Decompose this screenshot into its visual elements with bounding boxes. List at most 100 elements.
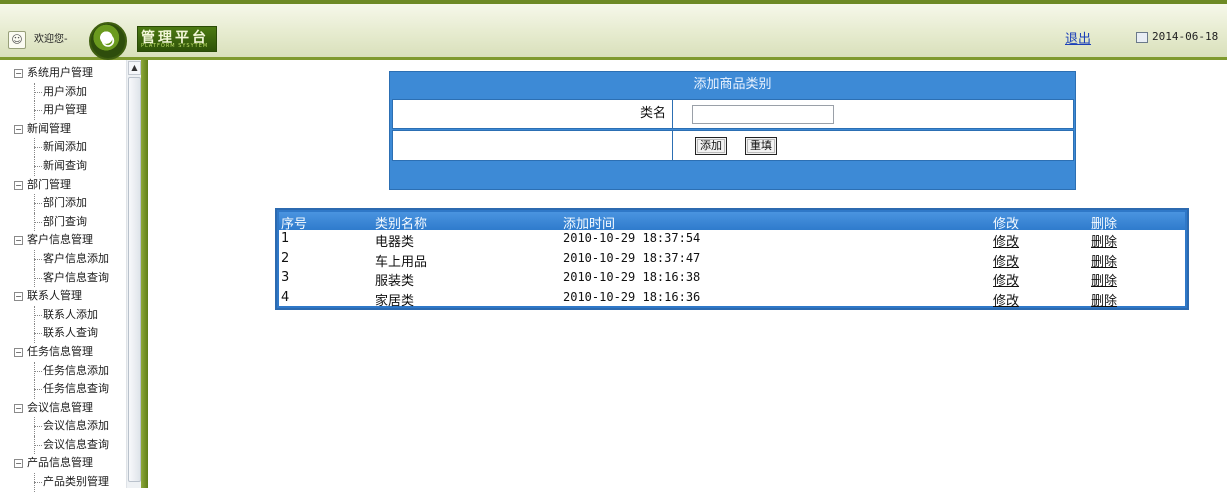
cell-id: 2 — [281, 250, 290, 266]
collapse-icon[interactable]: − — [14, 236, 23, 246]
scroll-thumb[interactable] — [128, 77, 141, 482]
sidebar-group[interactable]: − 任务信息管理 — [12, 343, 126, 362]
collapse-icon[interactable]: − — [14, 403, 23, 413]
sidebar-item[interactable]: 用户管理 — [12, 101, 126, 120]
sidebar-item-label: 联系人添加 — [43, 307, 98, 321]
sidebar-item-label: 系统用户管理 — [27, 66, 93, 79]
sidebar-item[interactable]: 新闻添加 — [12, 138, 126, 157]
sidebar-item-label: 客户信息管理 — [27, 233, 93, 247]
sidebar-group[interactable]: − 产品信息管理 — [12, 454, 126, 473]
sidebar-group[interactable]: − 系统用户管理 — [12, 64, 126, 83]
delete-link[interactable]: 删除 — [1091, 251, 1117, 270]
sidebar-item-label: 部门查询 — [43, 214, 87, 228]
collapse-icon[interactable]: − — [14, 69, 23, 78]
sidebar-item-label: 任务信息查询 — [43, 382, 109, 396]
power-logo-icon: ⏻ — [89, 22, 127, 60]
sidebar-item-label: 部门添加 — [43, 196, 87, 210]
delete-link[interactable]: 删除 — [1091, 290, 1117, 309]
table-header: 序号 类别名称 添加时间 修改 删除 — [279, 212, 1185, 232]
sidebar-item[interactable]: 用户添加 — [12, 82, 126, 102]
table-row: 2 车上用品 2010-10-29 18:37:47 修改 删除 — [279, 250, 1185, 270]
sidebar-item[interactable]: 会议信息查询 — [12, 435, 126, 455]
sidebar-item-label: 新闻查询 — [43, 158, 87, 172]
sidebar-item[interactable]: 客户信息添加 — [12, 249, 126, 269]
scroll-up-arrow-icon[interactable]: ▲ — [128, 61, 141, 75]
sidebar-item-label: 会议信息管理 — [27, 400, 93, 414]
table-row: 3 服装类 2010-10-29 18:16:38 修改 删除 — [279, 269, 1185, 289]
cell-time: 2010-10-29 18:37:47 — [563, 250, 701, 265]
sidebar-group[interactable]: − 部门管理 — [12, 176, 126, 195]
sidebar-group[interactable]: − 新闻管理 — [12, 120, 126, 139]
cell-time: 2010-10-29 18:16:38 — [563, 270, 701, 284]
cell-name: 电器类 — [375, 235, 415, 250]
sidebar-item-label: 客户信息添加 — [43, 251, 109, 265]
sidebar-item[interactable]: 部门添加 — [12, 194, 126, 213]
sidebar-item[interactable]: 部门查询 — [12, 212, 126, 232]
cell-id: 4 — [281, 289, 290, 305]
cell-time: 2010-10-29 18:37:54 — [563, 231, 701, 245]
edit-link[interactable]: 修改 — [993, 251, 1019, 270]
cell-name: 服装类 — [375, 274, 415, 289]
sidebar-item-label: 联系人查询 — [43, 326, 98, 340]
cell-name: 车上用品 — [375, 254, 428, 270]
table-row: 4 家居类 2010-10-29 18:16:36 修改 删除 — [279, 289, 1185, 309]
sidebar-item-label: 任务信息添加 — [43, 363, 109, 377]
form-row-name: 类名 — [392, 99, 1074, 129]
collapse-icon[interactable]: − — [14, 124, 23, 134]
edit-link[interactable]: 修改 — [993, 290, 1019, 309]
logout-link[interactable]: 退出 — [1065, 28, 1091, 47]
sidebar-item-label: 产品信息管理 — [27, 456, 93, 470]
sidebar-item[interactable]: 联系人添加 — [12, 305, 126, 325]
edit-link[interactable]: 修改 — [993, 231, 1019, 250]
current-date: 2014-06-18 — [1152, 30, 1219, 43]
sidebar-item[interactable]: 会议信息添加 — [12, 417, 126, 436]
sidebar-group[interactable]: − 联系人管理 — [12, 287, 126, 306]
sidebar-item-label: 任务信息管理 — [27, 344, 93, 358]
logo-subtitle: PLATFORM SYSYTEM — [141, 43, 209, 49]
form-row-actions: 添加 重填 — [392, 130, 1074, 161]
add-button[interactable]: 添加 — [695, 137, 727, 155]
sidebar-group[interactable]: − 客户信息管理 — [12, 231, 126, 250]
sidebar-item-label: 客户信息查询 — [43, 270, 109, 284]
table-row: 1 电器类 2010-10-29 18:37:54 修改 删除 — [279, 230, 1185, 250]
sidebar-item[interactable]: 新闻查询 — [12, 156, 126, 176]
sidebar-item-label: 用户管理 — [43, 103, 87, 117]
sidebar-item-label: 产品类别管理 — [43, 475, 109, 489]
sidebar-item-label: 部门管理 — [27, 177, 71, 191]
nav-tree: − 系统用户管理 用户添加 用户管理 − 新闻管理 新闻添加 新闻查询 − 部门管理 部门添加 部门查… — [12, 64, 126, 492]
sidebar-item-label: 会议信息添加 — [43, 419, 109, 433]
cell-id: 1 — [281, 231, 290, 246]
sidebar-item-label: 新闻添加 — [43, 140, 87, 154]
category-name-input[interactable] — [692, 105, 834, 124]
delete-link[interactable]: 删除 — [1091, 231, 1117, 250]
cell-name: 家居类 — [375, 293, 415, 309]
reset-button[interactable]: 重填 — [745, 137, 777, 155]
cell-time: 2010-10-29 18:16:36 — [563, 289, 701, 304]
sidebar-scrollbar[interactable]: ▲ — [126, 60, 141, 488]
sidebar-item[interactable]: 任务信息添加 — [12, 361, 126, 381]
category-name-label: 类名 — [393, 100, 673, 128]
sidebar-item[interactable]: 产品类别管理 — [12, 473, 126, 492]
user-icon: ☺ — [8, 31, 26, 49]
category-table: 序号 类别名称 添加时间 修改 删除 1 电器类 2010-10-29 18:37:… — [275, 208, 1189, 310]
sidebar: − 系统用户管理 用户添加 用户管理 − 新闻管理 新闻添加 新闻查询 − 部门管理 部门添加 部门查… — [0, 60, 148, 492]
delete-link[interactable]: 删除 — [1091, 270, 1117, 289]
cell-id: 3 — [281, 270, 290, 285]
collapse-icon[interactable]: − — [14, 459, 23, 469]
form-title: 添加商品类别 — [693, 77, 772, 92]
collapse-icon[interactable]: − — [14, 180, 23, 190]
collapse-icon[interactable]: − — [14, 292, 23, 302]
platform-logo: 管理平台 PLATFORM SYSYTEM — [137, 26, 217, 52]
top-header: ☺ 欢迎您- ⏻ 管理平台 PLATFORM SYSYTEM 退出 2014-0… — [0, 0, 1227, 60]
collapse-icon[interactable]: − — [14, 347, 23, 357]
calendar-icon — [1136, 32, 1148, 43]
sidebar-item[interactable]: 联系人查询 — [12, 324, 126, 343]
sidebar-item[interactable]: 客户信息查询 — [12, 268, 126, 288]
sidebar-item[interactable]: 任务信息查询 — [12, 380, 126, 399]
welcome-text: 欢迎您- — [34, 34, 68, 45]
sidebar-item-label: 新闻管理 — [27, 121, 71, 135]
add-category-form: 添加商品类别 类名 添加 重填 — [389, 71, 1076, 190]
edit-link[interactable]: 修改 — [993, 270, 1019, 289]
sidebar-group[interactable]: − 会议信息管理 — [12, 399, 126, 418]
sidebar-item-label: 会议信息查询 — [43, 437, 109, 451]
